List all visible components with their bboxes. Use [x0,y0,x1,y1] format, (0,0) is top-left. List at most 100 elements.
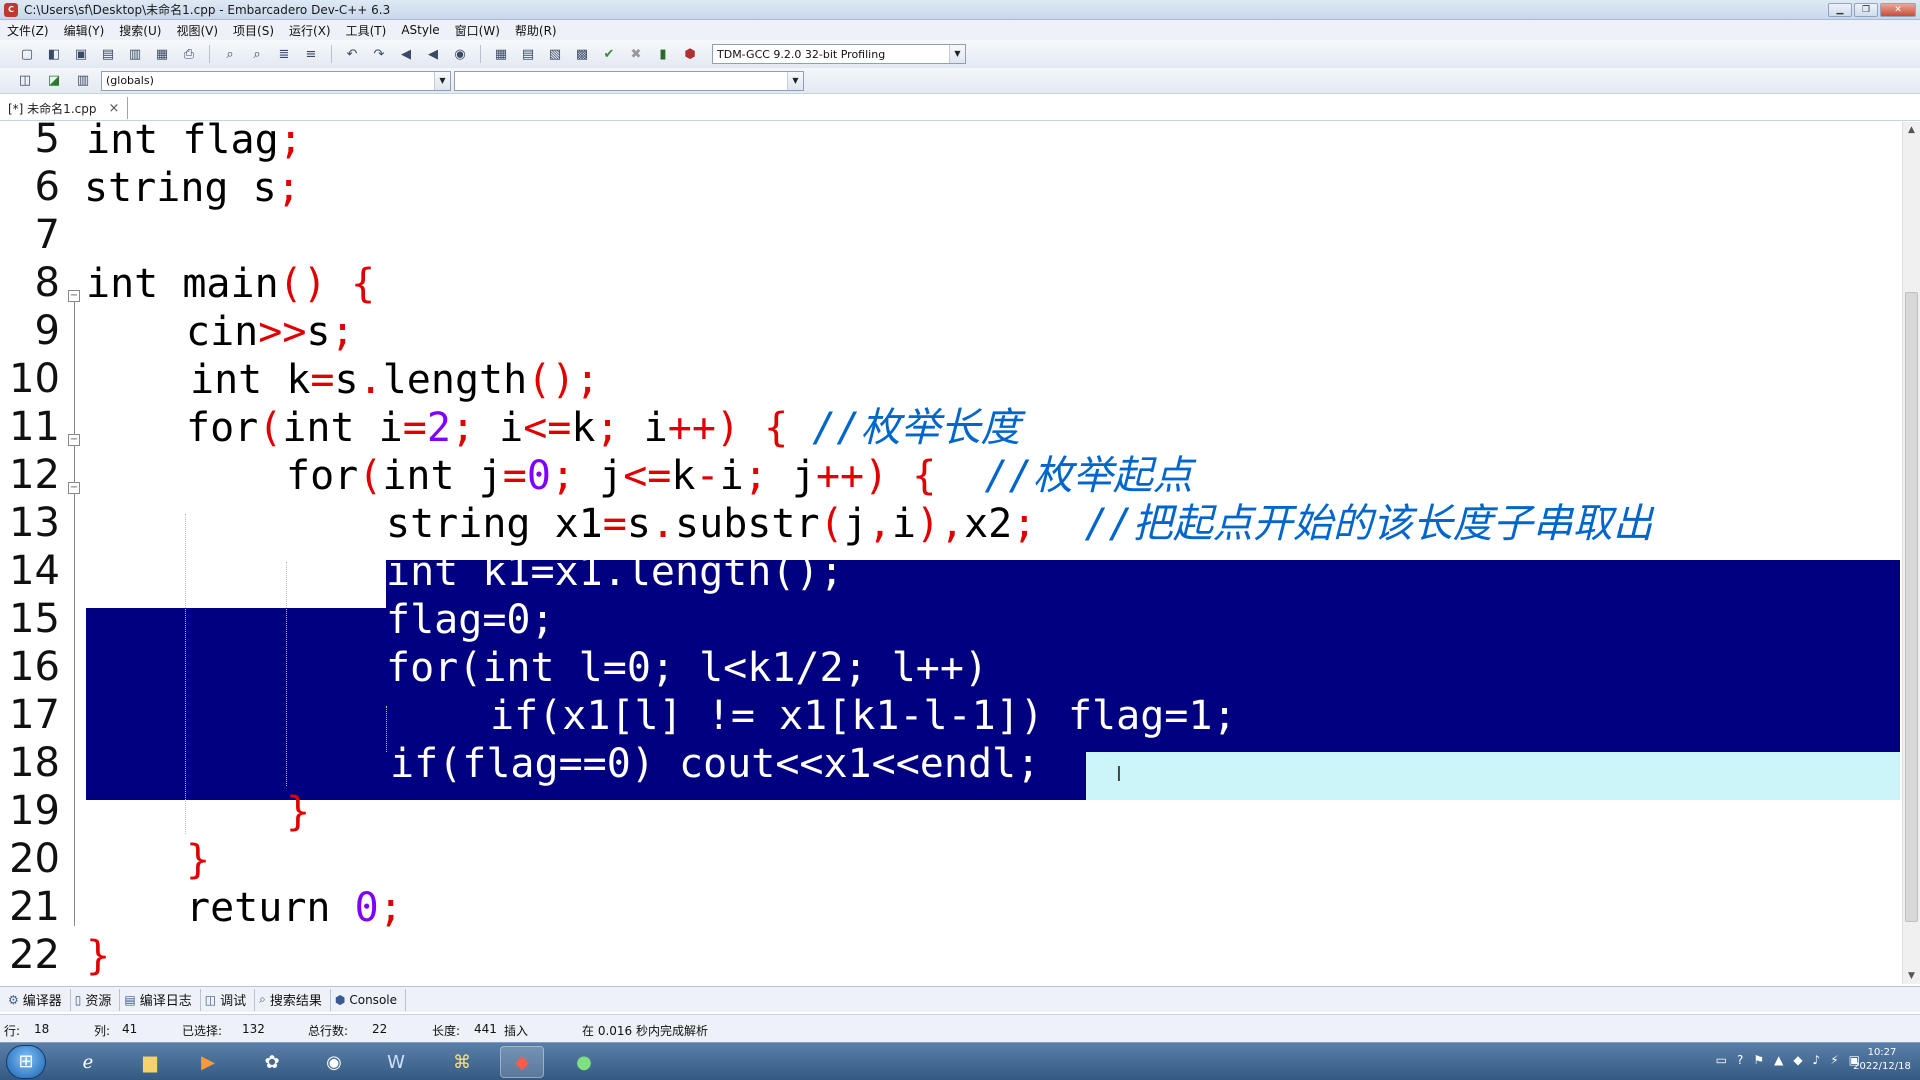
close-tab-icon[interactable]: × [108,101,119,116]
code-line-11: for(int i=2; i<=k; i++) { //枚举长度 [186,405,1021,451]
replace-icon[interactable]: ⌕ [246,44,268,64]
compiler-select[interactable]: TDM-GCC 9.2.0 32-bit Profiling ▼ [712,44,966,64]
close-file-icon[interactable]: ▥ [124,44,146,64]
tab-resources[interactable]: ▯ 资源 [71,988,121,1011]
class-browser-icon[interactable]: ▧ [544,44,566,64]
menu-project[interactable]: 项目(S) [226,22,282,39]
undo-icon[interactable]: ↶ [341,44,363,64]
redo-icon[interactable]: ↷ [368,44,390,64]
scrollbar-thumb[interactable] [1905,292,1918,922]
vertical-scrollbar[interactable]: ▲ ▼ [1902,122,1920,984]
file-tab[interactable]: [*] 未命名1.cpp × [4,97,129,119]
menu-window[interactable]: 窗口(W) [448,22,508,39]
scroll-down-icon[interactable]: ▼ [1903,968,1920,984]
line-number: 7 [34,212,60,258]
volume-icon[interactable]: ♪ [1813,1053,1821,1067]
file-explorer-icon[interactable]: ▆ [128,1046,172,1078]
line-number: 11 [9,404,60,450]
chevron-down-icon[interactable]: ▼ [434,71,450,90]
tab-compiler[interactable]: ⚙ 编译器 [4,988,71,1011]
line-number: 6 [34,164,60,210]
menu-view[interactable]: 视图(V) [169,22,226,39]
save-icon[interactable]: ▣ [70,44,92,64]
menu-astyle[interactable]: AStyle [394,23,447,37]
member-select[interactable]: ▼ [454,70,804,91]
bottom-panel-tabs: ⚙ 编译器 ▯ 资源 ▤ 编译日志 ◫ 调试 ⌕ 搜索结果 ⬢ Console [0,986,1920,1012]
fold-toggle-icon[interactable]: − [68,482,80,494]
toggle-icon[interactable]: ▥ [72,71,94,91]
clock-date: 2022/12/18 [1853,1061,1911,1072]
editor-tab-bar: [*] 未命名1.cpp × [0,95,1920,121]
menu-edit[interactable]: 编辑(Y) [57,22,113,39]
next-icon[interactable]: ◀ [422,44,444,64]
print-icon[interactable]: ⎙ [178,44,200,64]
menu-search[interactable]: 搜索(U) [112,22,169,39]
code-line-20: } [186,837,211,883]
menu-file[interactable]: 文件(Z) [0,22,57,39]
network-icon[interactable]: ▲ [1774,1053,1783,1067]
open-file-icon[interactable]: ◧ [43,44,65,64]
close-button[interactable]: ✕ [1880,2,1916,17]
unindent-icon[interactable]: ≡ [300,44,322,64]
python-icon[interactable]: ⌘ [440,1046,484,1078]
tab-search-results[interactable]: ⌕ 搜索结果 [255,988,331,1011]
scroll-up-icon[interactable]: ▲ [1903,122,1920,138]
line-number: 19 [9,788,60,834]
prev-icon[interactable]: ◀ [395,44,417,64]
flag-icon[interactable]: ⚑ [1753,1053,1764,1067]
menu-help[interactable]: 帮助(R) [508,22,565,39]
chevron-down-icon[interactable]: ▼ [949,45,965,63]
chart-icon[interactable]: ▮ [652,44,674,64]
insert-icon[interactable]: ◪ [43,71,65,91]
maximize-button[interactable]: ❐ [1854,2,1878,17]
word-icon[interactable]: W [374,1046,418,1078]
scope-select[interactable]: (globals) ▼ [101,70,451,91]
line-number: 13 [9,500,60,546]
save-all-icon[interactable]: ▤ [97,44,119,64]
start-button[interactable]: ⊞ [6,1045,46,1079]
project-options-icon[interactable]: ▤ [517,44,539,64]
power-icon[interactable]: ⚡ [1830,1053,1838,1067]
ie-browser-icon[interactable]: ℯ [66,1046,110,1078]
system-tray: ▭ ? ⚑ ▲ ◆ ♪ ⚡ ▣ [1716,1053,1860,1067]
tab-console[interactable]: ⬢ Console [331,988,406,1011]
fold-toggle-icon[interactable]: − [68,290,80,302]
status-col: 41 [122,1022,138,1036]
network-app-icon[interactable]: ✿ [250,1046,294,1078]
chrome-icon[interactable]: ◉ [312,1046,356,1078]
keyboard-icon[interactable]: ▭ [1716,1053,1727,1067]
menu-run[interactable]: 运行(X) [282,22,339,39]
new-project-icon[interactable]: ▦ [490,44,512,64]
menu-tools[interactable]: 工具(T) [339,22,395,39]
new-file-icon[interactable]: ▢ [16,44,38,64]
stop-icon[interactable]: ✖ [625,44,647,64]
code-line-15: flag=0; [386,597,555,643]
close-all-icon[interactable]: ▦ [151,44,173,64]
code-line-17: if(x1[l] != x1[k1-l-1]) flag=1; [490,693,1237,739]
status-row-label: 行: [4,1024,21,1038]
chevron-down-icon[interactable]: ▼ [787,71,803,90]
code-line-14: int k1=x1.length(); [386,549,844,595]
minimize-button[interactable]: ▁ [1828,2,1852,17]
taskbar-clock[interactable]: 10:27 2022/12/18 [1852,1046,1912,1074]
media-player-icon[interactable]: ▶ [186,1046,230,1078]
window-title: C:\Users\sf\Desktop\未命名1.cpp - Embarcade… [24,3,391,17]
devcpp-taskbar-icon[interactable]: ◆ [500,1046,544,1078]
status-bar: 行: 18 列: 41 已选择: 132 总行数: 22 长度: 441 插入 … [0,1014,1920,1042]
status-selected-label: 已选择: [182,1024,223,1038]
bookmark-icon[interactable]: ◉ [449,44,471,64]
line-number: 14 [9,548,60,594]
tab-compile-log[interactable]: ▤ 编译日志 [120,988,201,1011]
compile-check-icon[interactable]: ✔ [598,44,620,64]
goto-icon[interactable]: ◫ [14,71,36,91]
indent-icon[interactable]: ≣ [273,44,295,64]
tab-debug[interactable]: ◫ 调试 [201,988,256,1011]
find-icon[interactable]: ⌕ [219,44,241,64]
profile-icon[interactable]: ⬢ [679,44,701,64]
security-icon[interactable]: ◆ [1793,1053,1802,1067]
code-editor[interactable]: 5 6 7 8 9 10 11 12 13 14 15 16 17 18 19 … [0,122,1920,984]
help-icon[interactable]: ? [1737,1053,1743,1067]
green-app-icon[interactable]: ● [562,1046,606,1078]
fold-toggle-icon[interactable]: − [68,434,80,446]
tile-icon[interactable]: ▩ [571,44,593,64]
